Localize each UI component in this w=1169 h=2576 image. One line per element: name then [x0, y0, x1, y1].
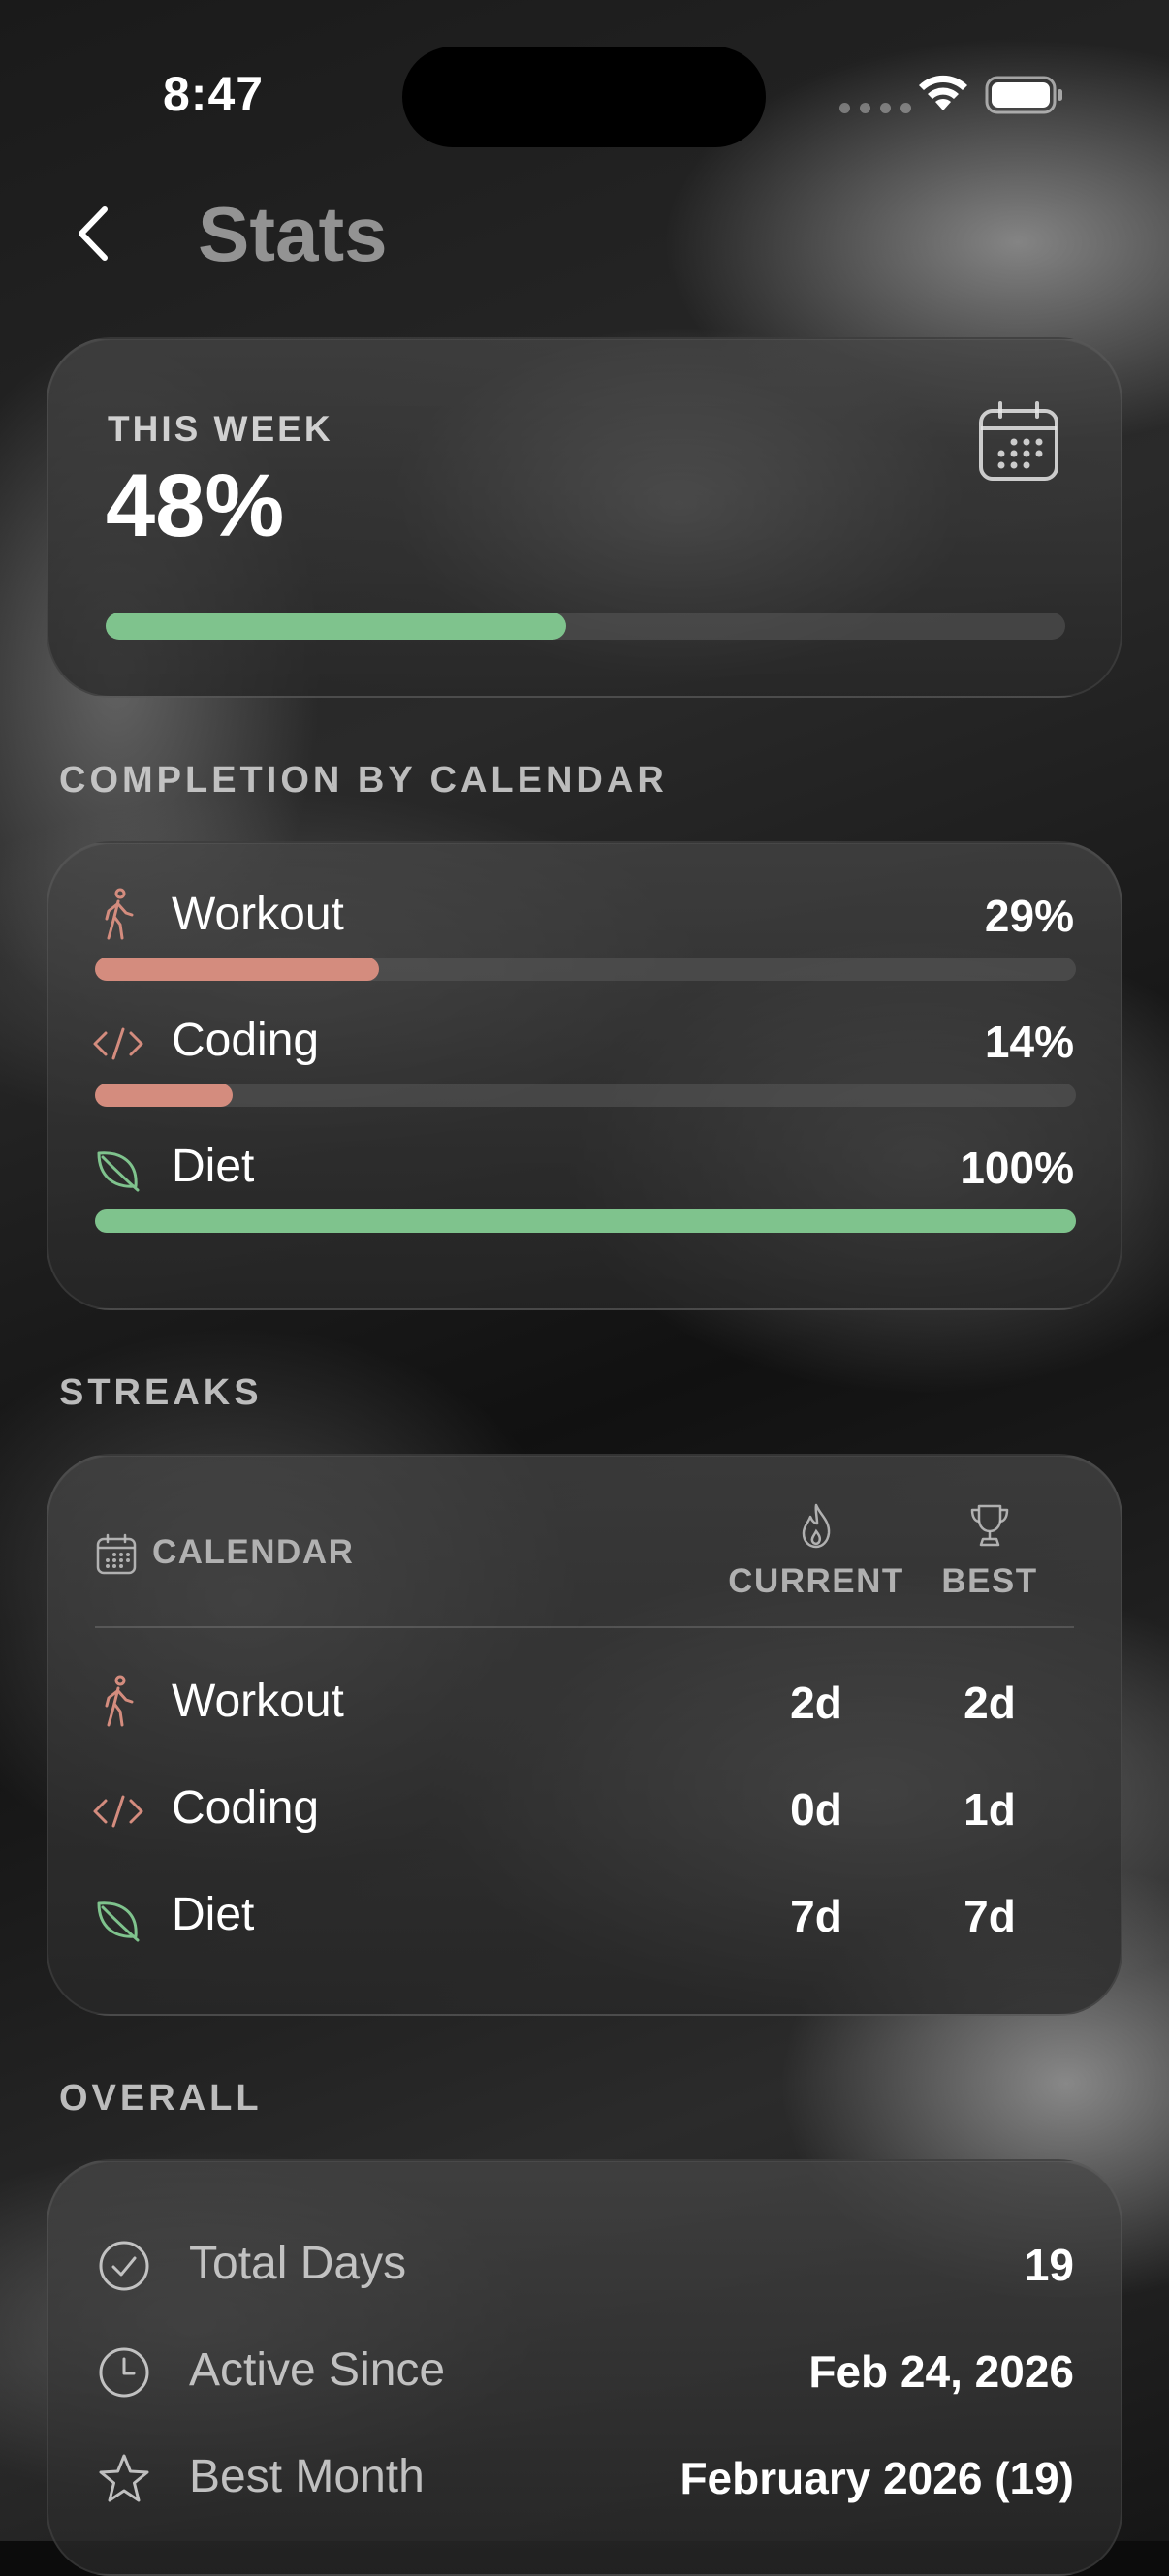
wifi-icon: [919, 75, 967, 110]
completion-fill-workout: [95, 958, 380, 981]
walking-person-icon: [105, 888, 134, 940]
completion-bar-diet: [95, 1209, 1076, 1233]
overall-label-active-since: Active Since: [189, 2344, 446, 2396]
overall-value-active-since: Feb 24, 2026: [808, 2346, 1074, 2397]
flame-icon: [802, 1503, 831, 1549]
streak-current-workout: 2d: [790, 1678, 842, 1728]
streak-label-coding: Coding: [172, 1782, 320, 1834]
leaf-icon: [97, 1151, 140, 1192]
clock-icon: [99, 2347, 149, 2398]
cellular-signal-icon: [839, 103, 911, 113]
walking-person-icon: [105, 1675, 134, 1727]
dynamic-island: [402, 47, 766, 147]
page-title: Stats: [198, 191, 388, 277]
completion-value-diet: 100%: [960, 1143, 1074, 1193]
overall-value-best-month: February 2026 (19): [679, 2453, 1074, 2503]
battery-icon: [985, 76, 1062, 114]
checkmark-circle-icon: [99, 2241, 149, 2291]
streak-best-workout: 2d: [964, 1678, 1016, 1728]
streaks-divider: [95, 1626, 1074, 1628]
this-week-label: THIS WEEK: [108, 409, 333, 449]
streak-current-coding: 0d: [790, 1784, 842, 1835]
completion-value-coding: 14%: [984, 1017, 1074, 1067]
streak-best-coding: 1d: [964, 1784, 1016, 1835]
completion-label-workout: Workout: [172, 889, 344, 940]
streak-label-diet: Diet: [172, 1889, 255, 1940]
calendar-small-icon: [96, 1533, 137, 1575]
completion-label-diet: Diet: [172, 1141, 255, 1192]
completion-bar-coding: [95, 1084, 1076, 1107]
streak-current-diet: 7d: [790, 1891, 842, 1941]
completion-label-coding: Coding: [172, 1015, 320, 1066]
streaks-column-current: CURRENT: [728, 1562, 904, 1600]
section-title-streaks: STREAKS: [59, 1372, 263, 1413]
leaf-icon: [97, 1901, 140, 1942]
code-icon: [93, 1795, 143, 1828]
streaks-column-calendar: CALENDAR: [152, 1533, 355, 1571]
streaks-column-best: BEST: [941, 1562, 1038, 1600]
overall-value-total-days: 19: [1024, 2240, 1074, 2290]
this-week-progress-bar: [106, 613, 1065, 640]
completion-fill-coding: [95, 1084, 233, 1107]
streaks-card: CALENDAR CURRENT BEST Workout 2d 2d Codi…: [47, 1454, 1122, 2016]
trophy-icon: [970, 1504, 1009, 1547]
streak-best-diet: 7d: [964, 1891, 1016, 1941]
overall-label-total-days: Total Days: [189, 2238, 407, 2289]
this-week-progress-fill: [106, 613, 567, 640]
overall-card: Total Days 19 Active Since Feb 24, 2026 …: [47, 2159, 1122, 2576]
code-icon: [93, 1027, 143, 1060]
completion-value-workout: 29%: [984, 891, 1074, 941]
completion-fill-diet: [95, 1209, 1076, 1233]
calendar-icon: [979, 401, 1058, 481]
this-week-percentage: 48%: [106, 456, 285, 555]
this-week-card: THIS WEEK 48%: [47, 337, 1122, 698]
overall-label-best-month: Best Month: [189, 2451, 425, 2502]
section-title-completion: COMPLETION BY CALENDAR: [59, 760, 668, 801]
streak-label-workout: Workout: [172, 1676, 344, 1727]
star-icon: [99, 2454, 149, 2502]
completion-card: Workout 29% Coding 14% Diet 100%: [47, 841, 1122, 1310]
back-chevron-icon[interactable]: [72, 202, 116, 266]
status-time: 8:47: [163, 67, 265, 121]
completion-bar-workout: [95, 958, 1076, 981]
section-title-overall: OVERALL: [59, 2078, 263, 2119]
